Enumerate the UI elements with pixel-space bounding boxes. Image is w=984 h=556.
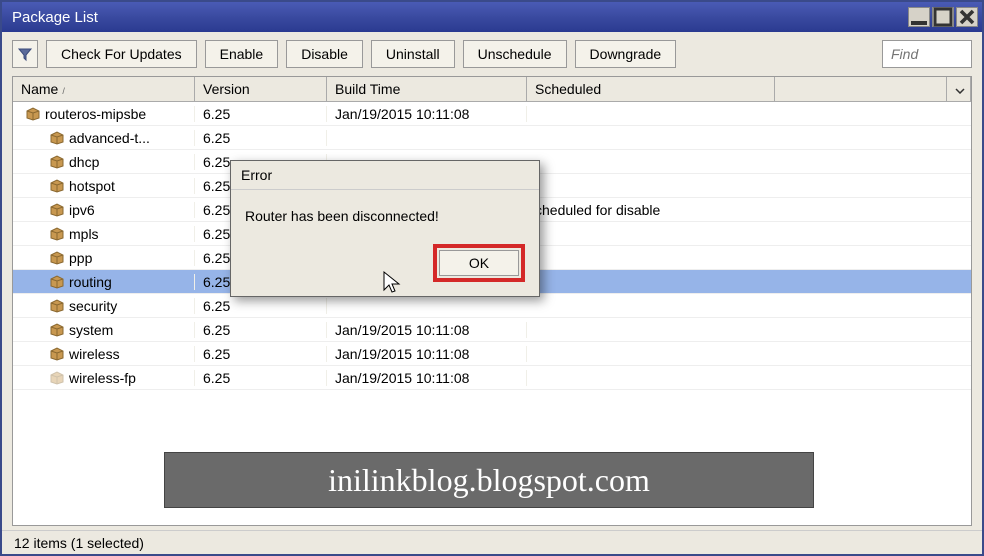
maximize-button[interactable] [932, 7, 954, 27]
package-icon [49, 371, 65, 385]
cell-build: Jan/19/2015 10:11:08 [327, 346, 527, 362]
table-row[interactable]: wireless6.25Jan/19/2015 10:11:08 [13, 342, 971, 366]
table-row[interactable]: wireless-fp6.25Jan/19/2015 10:11:08 [13, 366, 971, 390]
cell-build: Jan/19/2015 10:11:08 [327, 322, 527, 338]
cell-version: 6.25 [195, 298, 327, 314]
ok-button[interactable]: OK [439, 250, 519, 276]
cell-version: 6.25 [195, 322, 327, 338]
maximize-icon [933, 7, 953, 27]
window-controls [908, 7, 978, 27]
package-icon [49, 347, 65, 361]
package-icon [49, 179, 65, 193]
package-icon [49, 203, 65, 217]
cell-version: 6.25 [195, 346, 327, 362]
cell-name: wireless-fp [13, 370, 195, 386]
close-button[interactable] [956, 7, 978, 27]
ok-highlight: OK [433, 244, 525, 282]
cell-name: advanced-t... [13, 130, 195, 146]
dialog-actions: OK [231, 234, 539, 296]
status-text: 12 items (1 selected) [14, 535, 144, 551]
package-icon [49, 131, 65, 145]
watermark: inilinkblog.blogspot.com [164, 452, 814, 508]
toolbar: Check For Updates Enable Disable Uninsta… [2, 32, 982, 76]
chevron-down-icon [955, 88, 965, 94]
close-icon [957, 7, 977, 27]
cell-name: ppp [13, 250, 195, 266]
column-name[interactable]: Name/ [13, 77, 195, 101]
package-icon [49, 227, 65, 241]
cell-scheduled: cheduled for disable [527, 202, 775, 218]
table-row[interactable]: advanced-t...6.25 [13, 126, 971, 150]
window-title: Package List [6, 9, 908, 26]
error-dialog: Error Router has been disconnected! OK [230, 160, 540, 297]
column-menu-button[interactable] [947, 77, 971, 101]
sort-indicator-icon: / [62, 86, 65, 96]
column-version[interactable]: Version [195, 77, 327, 101]
column-build[interactable]: Build Time [327, 77, 527, 101]
titlebar: Package List [2, 2, 982, 32]
package-icon [49, 299, 65, 313]
cell-name: routing [13, 274, 195, 290]
package-icon [49, 323, 65, 337]
cell-name: dhcp [13, 154, 195, 170]
uninstall-button[interactable]: Uninstall [371, 40, 455, 68]
cell-name: wireless [13, 346, 195, 362]
table-header: Name/ Version Build Time Scheduled [13, 77, 971, 102]
dialog-message: Router has been disconnected! [231, 190, 539, 234]
cell-build: Jan/19/2015 10:11:08 [327, 370, 527, 386]
column-spacer [775, 77, 947, 101]
funnel-icon [17, 46, 33, 62]
statusbar: 12 items (1 selected) [2, 530, 982, 554]
cell-name: security [13, 298, 195, 314]
unschedule-button[interactable]: Unschedule [463, 40, 567, 68]
find-input[interactable] [882, 40, 972, 68]
cell-name: ipv6 [13, 202, 195, 218]
check-updates-button[interactable]: Check For Updates [46, 40, 197, 68]
enable-button[interactable]: Enable [205, 40, 279, 68]
minimize-icon [909, 7, 929, 27]
package-icon [49, 155, 65, 169]
disable-button[interactable]: Disable [286, 40, 363, 68]
cell-version: 6.25 [195, 130, 327, 146]
cell-name: mpls [13, 226, 195, 242]
cell-build: Jan/19/2015 10:11:08 [327, 106, 527, 122]
table-row[interactable]: system6.25Jan/19/2015 10:11:08 [13, 318, 971, 342]
dialog-title: Error [231, 161, 539, 190]
filter-button[interactable] [12, 40, 38, 68]
cell-version: 6.25 [195, 370, 327, 386]
package-icon [25, 107, 41, 121]
cell-name: routeros-mipsbe [13, 106, 195, 122]
cell-name: hotspot [13, 178, 195, 194]
cell-name: system [13, 322, 195, 338]
package-icon [49, 275, 65, 289]
package-icon [49, 251, 65, 265]
cell-version: 6.25 [195, 106, 327, 122]
minimize-button[interactable] [908, 7, 930, 27]
table-row[interactable]: routeros-mipsbe6.25Jan/19/2015 10:11:08 [13, 102, 971, 126]
column-scheduled[interactable]: Scheduled [527, 77, 775, 101]
downgrade-button[interactable]: Downgrade [575, 40, 677, 68]
table-row[interactable]: security6.25 [13, 294, 971, 318]
